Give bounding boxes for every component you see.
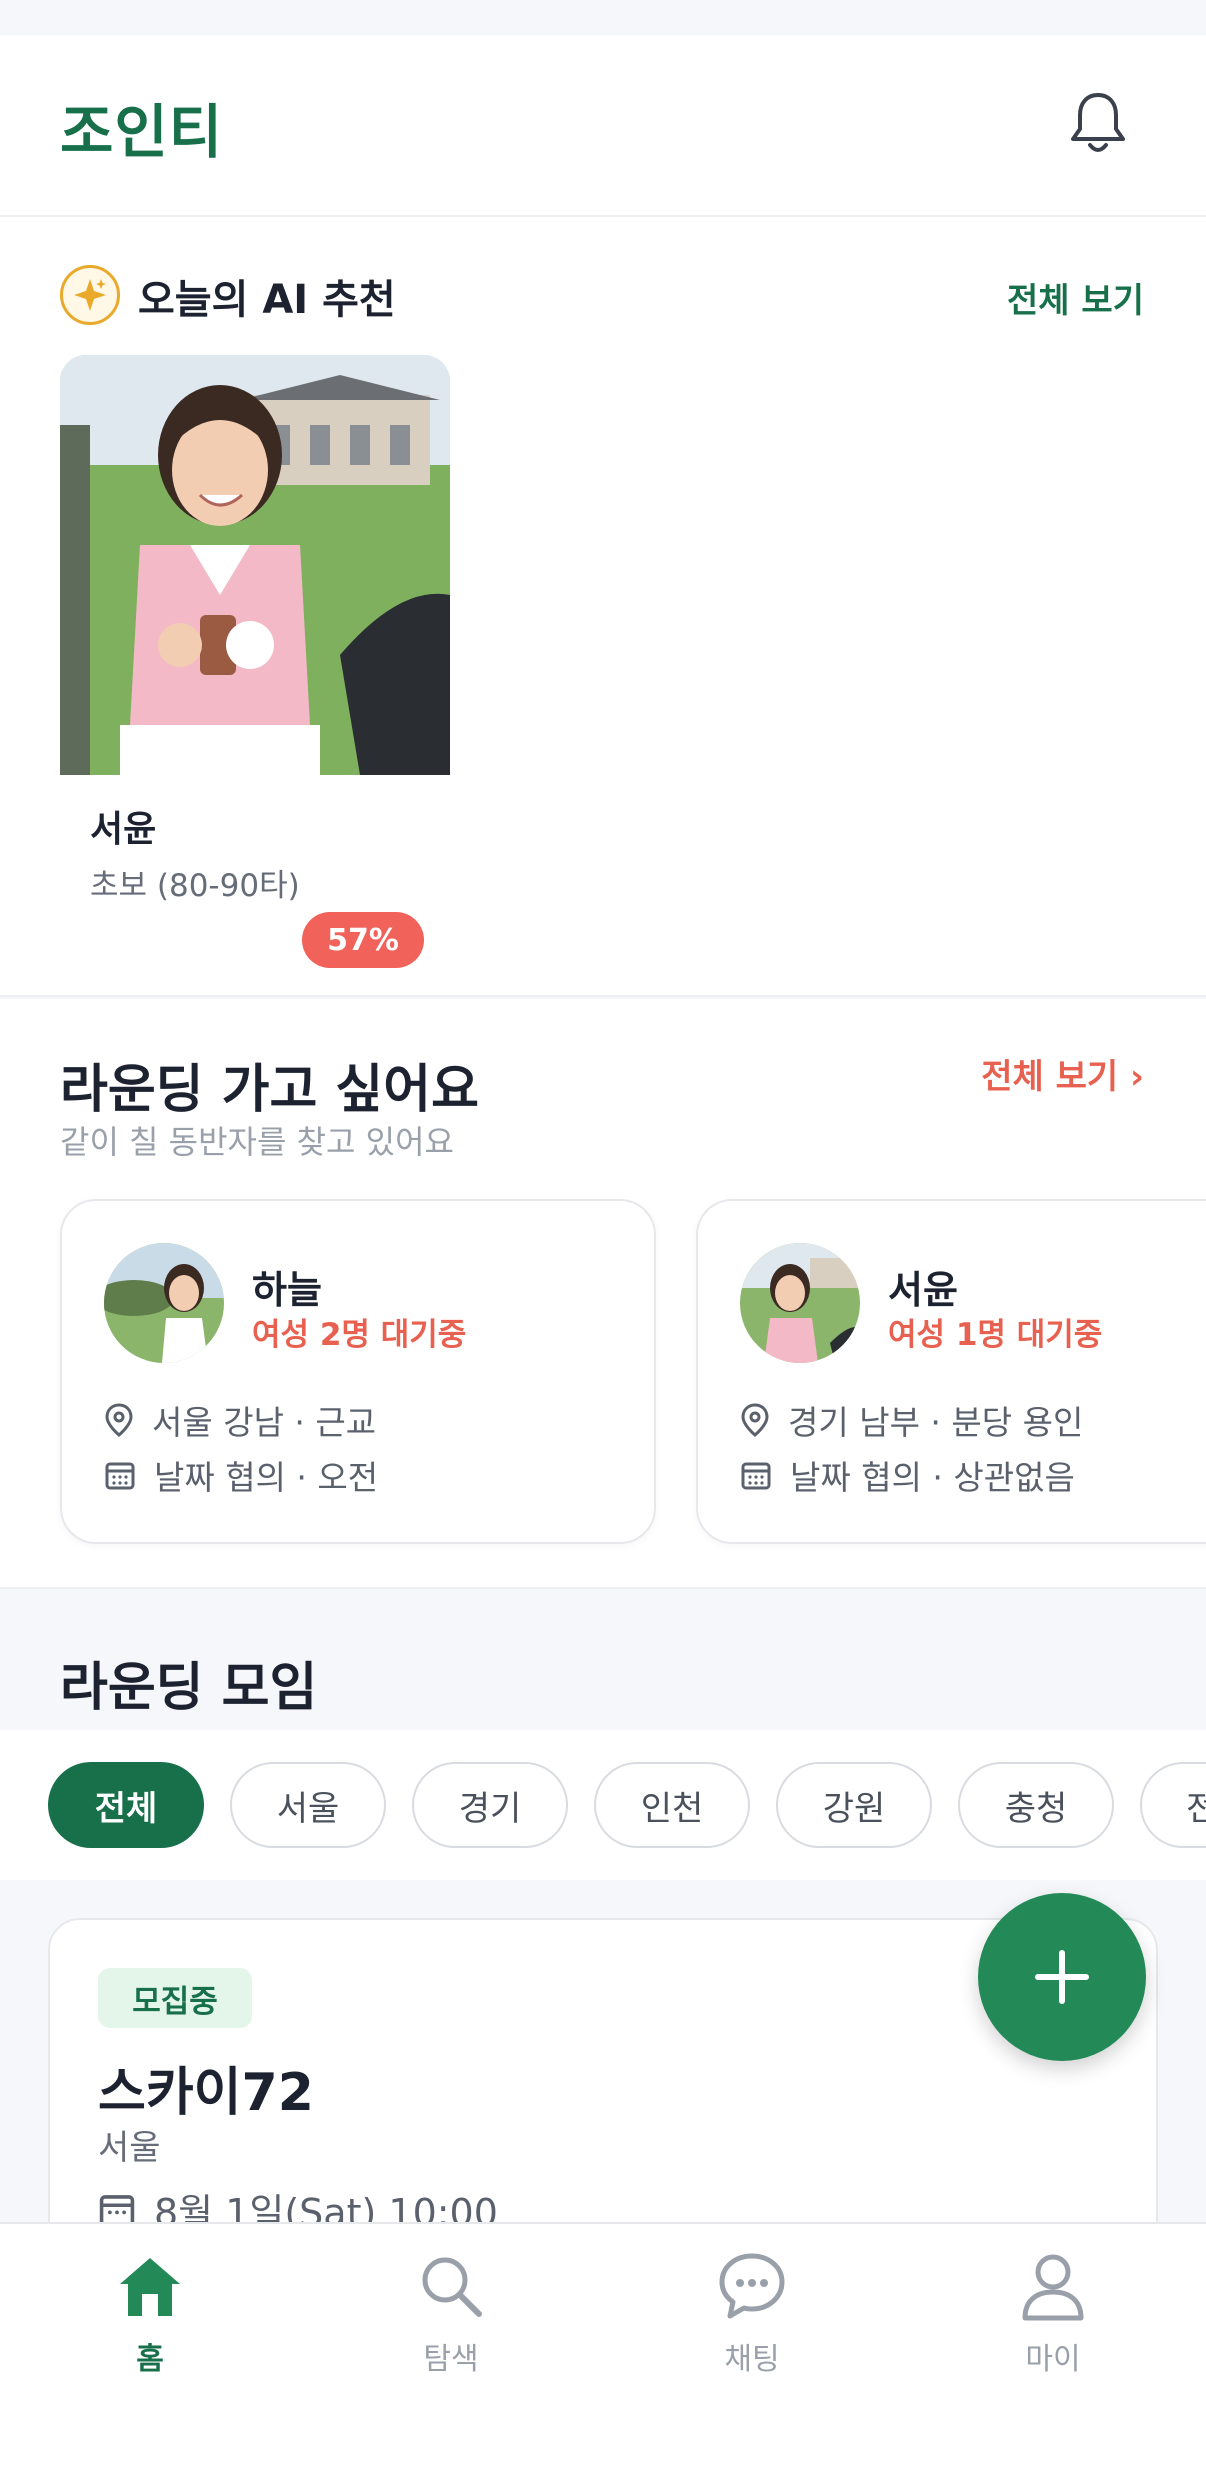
match-percent-badge: 57% [302, 912, 424, 968]
app-logo: 조인티 [60, 98, 224, 166]
filter-chip-chungcheong[interactable]: 충청 [958, 1762, 1114, 1848]
sparkle-icon [60, 265, 120, 325]
rounding-wanted-status: 여성 2명 대기중 [252, 1317, 467, 1353]
nav-label: 홈 [136, 2342, 164, 2377]
nav-label: 마이 [1025, 2342, 1081, 2377]
nav-chat[interactable]: 채팅 [652, 2246, 852, 2378]
home-icon [50, 2246, 250, 2326]
calendar-icon [105, 1462, 135, 1490]
rounding-wanted-title: 라운딩 가고 싶어요 [60, 1060, 479, 1120]
recommended-user-photo[interactable] [60, 355, 450, 775]
rounding-wanted-card[interactable]: 하늘 여성 2명 대기중 서울 강남 · 근교 날짜 협의 · 오전 [60, 1199, 656, 1544]
nav-home[interactable]: 홈 [50, 2246, 250, 2378]
filter-chip-seoul[interactable]: 서울 [230, 1762, 386, 1848]
status-badge: 모집중 [98, 1968, 252, 2028]
recommended-user-level: 초보 (80-90타) [90, 868, 300, 904]
rounding-wanted-card[interactable]: 서윤 여성 1명 대기중 경기 남부 · 분당 용인 날짜 협의 · 상관없음 [696, 1199, 1206, 1544]
recommended-user-name: 서윤 [90, 809, 157, 850]
location-row: 경기 남부 · 분당 용인 [740, 1396, 1083, 1444]
schedule-row: 날짜 협의 · 오전 [104, 1451, 378, 1499]
rounding-wanted-see-all-link[interactable]: 전체 보기 › [981, 1049, 1144, 1098]
nav-label: 탐색 [423, 2342, 479, 2377]
filter-chip-all[interactable]: 전체 [48, 1762, 204, 1848]
filter-chip-gyeonggi[interactable]: 경기 [412, 1762, 568, 1848]
location-text: 경기 남부 · 분당 용인 [788, 1403, 1084, 1442]
ai-see-all-link[interactable]: 전체 보기 [1007, 273, 1144, 322]
location-row: 서울 강남 · 근교 [104, 1396, 376, 1444]
nav-label: 채팅 [724, 2342, 780, 2377]
nav-search[interactable]: 탐색 [351, 2246, 551, 2378]
schedule-text: 날짜 협의 · 오전 [154, 1458, 379, 1497]
rounding-wanted-subtitle: 같이 칠 동반자를 찾고 있어요 [60, 1123, 454, 1161]
calendar-icon [741, 1462, 771, 1490]
plus-icon [1035, 1950, 1089, 2004]
course-region: 서울 [98, 2128, 161, 2168]
region-filter-bar: 전체 서울 경기 인천 강원 충청 전 [0, 1730, 1206, 1880]
ai-recommend-title: 오늘의 AI 추천 [138, 277, 396, 323]
schedule-text: 날짜 협의 · 상관없음 [790, 1458, 1075, 1497]
search-icon [351, 2246, 551, 2326]
create-meeting-button[interactable] [978, 1893, 1146, 2061]
location-pin-icon [741, 1403, 769, 1437]
rounding-wanted-status: 여성 1명 대기중 [888, 1317, 1103, 1353]
filter-chip-partial[interactable]: 전 [1140, 1762, 1206, 1848]
location-pin-icon [105, 1403, 133, 1437]
filter-chip-gangwon[interactable]: 강원 [776, 1762, 932, 1848]
app-header: 조인티 [0, 35, 1206, 217]
bell-icon[interactable] [1066, 87, 1130, 159]
location-text: 서울 강남 · 근교 [152, 1403, 377, 1442]
course-name: 스카이72 [98, 2063, 314, 2123]
rounding-wanted-name: 하늘 [252, 1268, 322, 1312]
schedule-row: 날짜 협의 · 상관없음 [740, 1451, 1075, 1499]
chat-icon [652, 2246, 852, 2326]
nav-my[interactable]: 마이 [953, 2246, 1153, 2378]
ai-recommend-section: 오늘의 AI 추천 전체 보기 57% 서윤 초보 (80-90타) [0, 217, 1206, 997]
filter-chip-incheon[interactable]: 인천 [594, 1762, 750, 1848]
user-icon [953, 2246, 1153, 2326]
rounding-wanted-section: 라운딩 가고 싶어요 같이 칠 동반자를 찾고 있어요 전체 보기 › 하늘 여… [0, 999, 1206, 1589]
avatar [104, 1243, 224, 1363]
meetings-title: 라운딩 모임 [60, 1658, 318, 1718]
avatar [740, 1243, 860, 1363]
bottom-navigation: 홈 탐색 채팅 마이 [0, 2222, 1206, 2472]
rounding-wanted-name: 서윤 [888, 1268, 958, 1312]
